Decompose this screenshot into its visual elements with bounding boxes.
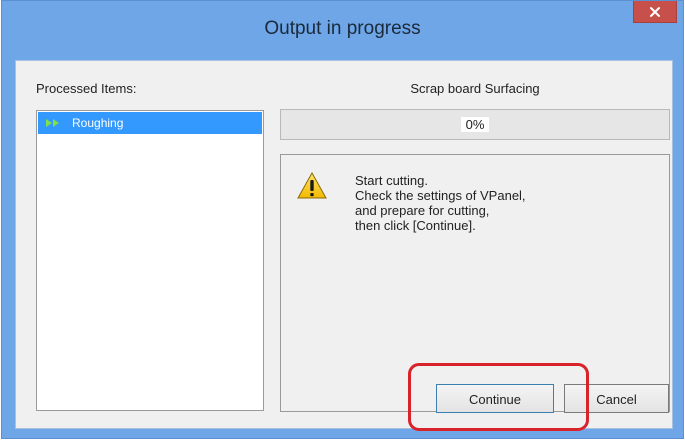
- close-button[interactable]: [633, 1, 677, 23]
- continue-button[interactable]: Continue: [436, 384, 554, 413]
- list-item-label: Roughing: [72, 116, 124, 130]
- message-line: Check the settings of VPanel,: [355, 188, 526, 203]
- dialog-body: Processed Items: Roughing Scrap board Su…: [15, 60, 673, 429]
- message-text: Start cutting. Check the settings of VPa…: [355, 173, 526, 233]
- progress-bar: 0%: [280, 109, 670, 140]
- cancel-button[interactable]: Cancel: [564, 384, 669, 413]
- output-progress-dialog: Output in progress Processed Items: Roug…: [1, 0, 684, 439]
- list-item-roughing[interactable]: Roughing: [38, 112, 262, 134]
- processed-items-label: Processed Items:: [36, 81, 137, 96]
- message-line: and prepare for cutting,: [355, 203, 490, 218]
- dialog-title: Output in progress: [264, 18, 421, 39]
- warning-icon: [297, 172, 327, 199]
- message-line: Start cutting.: [355, 173, 428, 188]
- progress-percent: 0%: [460, 117, 490, 132]
- message-line: then click [Continue].: [355, 218, 476, 233]
- close-icon: [650, 6, 660, 17]
- title-bar: Output in progress: [2, 1, 683, 59]
- operation-name: Scrap board Surfacing: [410, 81, 540, 96]
- message-panel: Start cutting. Check the settings of VPa…: [280, 154, 670, 412]
- play-arrows-icon: [46, 119, 59, 127]
- processed-items-list[interactable]: Roughing: [36, 110, 264, 411]
